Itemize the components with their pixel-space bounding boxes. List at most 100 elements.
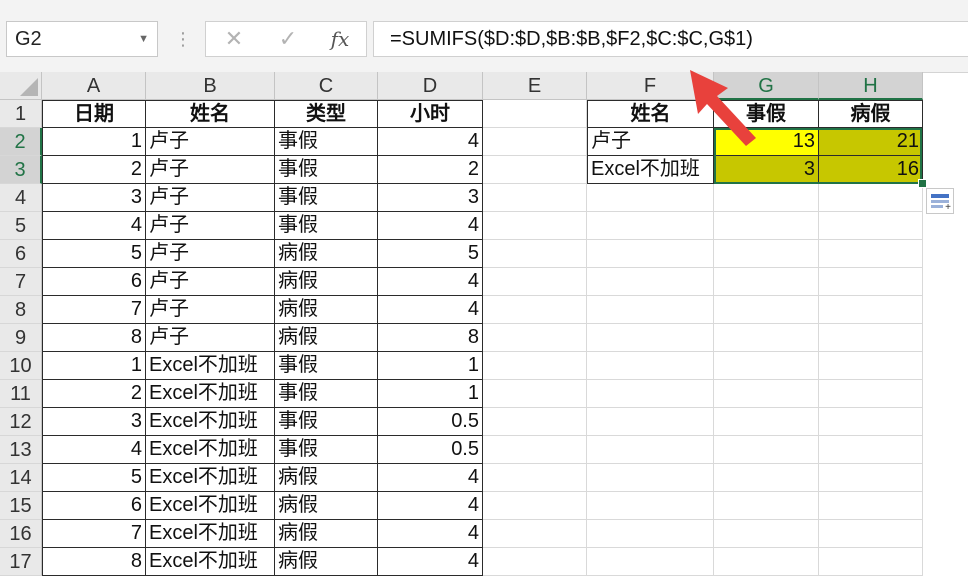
empty-cell[interactable] <box>587 492 714 520</box>
empty-cell[interactable] <box>587 240 714 268</box>
select-all-button[interactable] <box>0 72 42 100</box>
empty-cell[interactable] <box>483 464 587 492</box>
empty-cell[interactable] <box>483 212 587 240</box>
empty-cell[interactable] <box>587 380 714 408</box>
empty-cell[interactable] <box>587 436 714 464</box>
empty-cell[interactable] <box>587 324 714 352</box>
enter-icon[interactable]: ✓ <box>266 22 310 56</box>
empty-cell[interactable] <box>483 408 587 436</box>
data-table-cell[interactable]: 4 <box>378 520 483 548</box>
empty-cell[interactable] <box>483 296 587 324</box>
empty-cell[interactable] <box>714 184 819 212</box>
empty-cell[interactable] <box>819 268 923 296</box>
data-table-header[interactable]: 小时 <box>378 100 483 128</box>
summary-header[interactable]: 病假 <box>819 100 923 128</box>
data-table-cell[interactable]: 4 <box>378 492 483 520</box>
data-table-cell[interactable]: 3 <box>42 184 146 212</box>
column-header-a[interactable]: A <box>42 72 146 100</box>
empty-cell[interactable] <box>714 520 819 548</box>
empty-cell[interactable] <box>483 436 587 464</box>
data-table-cell[interactable]: Excel不加班 <box>146 436 275 464</box>
data-table-cell[interactable]: 事假 <box>275 128 378 156</box>
row-header-12[interactable]: 12 <box>0 408 42 436</box>
data-table-cell[interactable]: 3 <box>42 408 146 436</box>
summary-name-cell[interactable]: Excel不加班 <box>587 156 714 184</box>
formula-input[interactable]: =SUMIFS($D:$D,$B:$B,$F2,$C:$C,G$1) <box>373 21 968 57</box>
empty-cell[interactable] <box>714 380 819 408</box>
data-table-cell[interactable]: 卢子 <box>146 212 275 240</box>
insert-function-icon[interactable]: fx <box>318 22 362 56</box>
empty-cell[interactable] <box>819 240 923 268</box>
row-header-14[interactable]: 14 <box>0 464 42 492</box>
data-table-cell[interactable]: 6 <box>42 268 146 296</box>
data-table-cell[interactable]: 卢子 <box>146 156 275 184</box>
row-header-2[interactable]: 2 <box>0 128 42 156</box>
empty-cell[interactable] <box>714 492 819 520</box>
empty-cell[interactable] <box>587 520 714 548</box>
empty-cell[interactable] <box>819 408 923 436</box>
data-table-cell[interactable]: 事假 <box>275 156 378 184</box>
data-table-cell[interactable]: 2 <box>378 156 483 184</box>
row-header-4[interactable]: 4 <box>0 184 42 212</box>
empty-cell[interactable] <box>714 408 819 436</box>
data-table-cell[interactable]: 2 <box>42 380 146 408</box>
data-table-cell[interactable]: 4 <box>378 128 483 156</box>
data-table-header[interactable]: 姓名 <box>146 100 275 128</box>
data-table-cell[interactable]: 卢子 <box>146 128 275 156</box>
data-table-cell[interactable]: 卢子 <box>146 240 275 268</box>
data-table-cell[interactable]: 6 <box>42 492 146 520</box>
data-table-cell[interactable]: 病假 <box>275 296 378 324</box>
drag-handle-icon[interactable]: ⋮ <box>174 24 192 54</box>
empty-cell[interactable] <box>587 352 714 380</box>
empty-cell[interactable] <box>483 240 587 268</box>
cancel-icon[interactable]: ✕ <box>212 22 256 56</box>
data-table-cell[interactable]: Excel不加班 <box>146 492 275 520</box>
empty-cell[interactable] <box>483 324 587 352</box>
data-table-cell[interactable]: 4 <box>378 296 483 324</box>
empty-cell[interactable] <box>587 408 714 436</box>
data-table-cell[interactable]: 事假 <box>275 380 378 408</box>
empty-cell[interactable] <box>714 212 819 240</box>
data-table-cell[interactable]: 5 <box>42 240 146 268</box>
data-table-cell[interactable]: 4 <box>42 212 146 240</box>
summary-value-cell[interactable]: 21 <box>819 128 923 156</box>
empty-cell[interactable] <box>714 352 819 380</box>
summary-value-cell[interactable]: 16 <box>819 156 923 184</box>
data-table-cell[interactable]: 卢子 <box>146 296 275 324</box>
fill-handle[interactable] <box>918 179 927 188</box>
column-header-b[interactable]: B <box>146 72 275 100</box>
empty-cell[interactable] <box>587 268 714 296</box>
data-table-cell[interactable]: 卢子 <box>146 184 275 212</box>
data-table-cell[interactable]: 4 <box>378 212 483 240</box>
data-table-cell[interactable]: 8 <box>42 324 146 352</box>
data-table-cell[interactable]: 1 <box>378 380 483 408</box>
data-table-cell[interactable]: 1 <box>42 352 146 380</box>
row-header-9[interactable]: 9 <box>0 324 42 352</box>
column-header-e[interactable]: E <box>483 72 587 100</box>
empty-cell[interactable] <box>483 184 587 212</box>
column-header-c[interactable]: C <box>275 72 378 100</box>
empty-cell[interactable] <box>819 352 923 380</box>
empty-cell[interactable] <box>819 492 923 520</box>
row-header-10[interactable]: 10 <box>0 352 42 380</box>
empty-cell[interactable] <box>819 184 923 212</box>
row-header-3[interactable]: 3 <box>0 156 42 184</box>
row-header-16[interactable]: 16 <box>0 520 42 548</box>
data-table-cell[interactable]: 4 <box>42 436 146 464</box>
data-table-cell[interactable]: Excel不加班 <box>146 520 275 548</box>
data-table-cell[interactable]: 0.5 <box>378 408 483 436</box>
quick-analysis-icon[interactable]: + <box>926 188 954 214</box>
empty-cell[interactable] <box>483 492 587 520</box>
empty-cell[interactable] <box>714 464 819 492</box>
data-table-cell[interactable]: 病假 <box>275 464 378 492</box>
empty-cell[interactable] <box>714 296 819 324</box>
chevron-down-icon[interactable]: ▼ <box>138 22 149 56</box>
data-table-cell[interactable]: 7 <box>42 520 146 548</box>
empty-cell[interactable] <box>483 100 587 128</box>
data-table-cell[interactable]: 事假 <box>275 212 378 240</box>
empty-cell[interactable] <box>483 268 587 296</box>
empty-cell[interactable] <box>819 296 923 324</box>
row-header-7[interactable]: 7 <box>0 268 42 296</box>
data-table-cell[interactable]: 事假 <box>275 352 378 380</box>
name-box[interactable]: G2 ▼ <box>6 21 158 57</box>
